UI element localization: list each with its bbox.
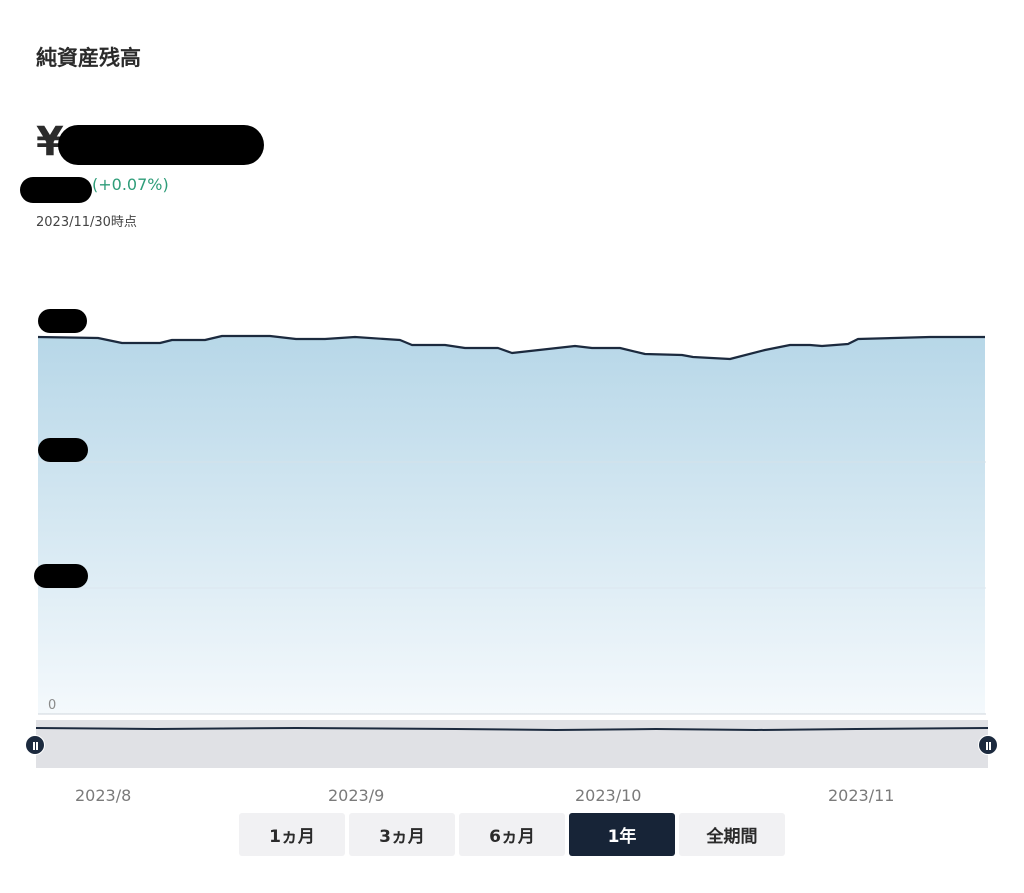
- page-title: 純資産残高: [36, 46, 141, 70]
- x-tick-label: 2023/8: [75, 786, 132, 805]
- as-of-date: 2023/11/30時点: [36, 215, 137, 230]
- x-tick-label: 2023/9: [328, 786, 385, 805]
- x-tick-label: 2023/11: [828, 786, 895, 805]
- navigator-left-handle[interactable]: [25, 735, 45, 755]
- range-tab-1-year[interactable]: 1年: [569, 813, 675, 856]
- range-selector: 1ヵ月 3ヵ月 6ヵ月 1年 全期間: [239, 813, 785, 856]
- redacted-y-tick: [34, 564, 88, 588]
- navigator-series-line: [36, 726, 988, 732]
- navigator-right-handle[interactable]: [978, 735, 998, 755]
- redacted-y-tick: [38, 309, 87, 333]
- redacted-change-amount: [20, 177, 92, 203]
- x-tick-label: 2023/10: [575, 786, 642, 805]
- y-tick-label: 0: [48, 698, 56, 713]
- change-percent: (+0.07%): [92, 175, 169, 194]
- range-tab-all[interactable]: 全期間: [679, 813, 785, 856]
- range-navigator[interactable]: [36, 720, 988, 768]
- net-asset-chart: 0: [37, 334, 986, 715]
- range-tab-1-month[interactable]: 1ヵ月: [239, 813, 345, 856]
- range-tab-3-months[interactable]: 3ヵ月: [349, 813, 455, 856]
- series-area: [38, 336, 985, 714]
- redacted-y-tick: [38, 438, 88, 462]
- redacted-amount: [58, 125, 264, 165]
- range-tab-6-months[interactable]: 6ヵ月: [459, 813, 565, 856]
